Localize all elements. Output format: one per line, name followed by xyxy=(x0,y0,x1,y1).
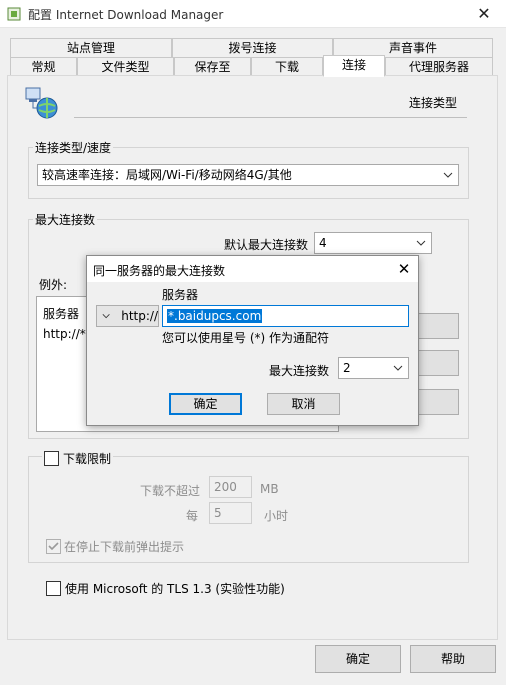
max-connections-dialog: 同一服务器的最大连接数 ✕ 服务器 http:// *.baidupcs.com… xyxy=(86,255,419,426)
every-hours-input[interactable]: 5 xyxy=(209,502,252,524)
tab-site-manager[interactable]: 站点管理 xyxy=(10,38,172,58)
tls-checkbox-row[interactable]: 使用 Microsoft 的 TLS 1.3 (实验性功能) xyxy=(46,580,285,597)
chevron-down-icon xyxy=(416,240,426,246)
prompt-checkbox-row[interactable]: 在停止下载前弹出提示 xyxy=(46,538,184,555)
protocol-value: http:// xyxy=(121,309,158,323)
header-divider xyxy=(74,117,467,118)
tab-downloads[interactable]: 下载 xyxy=(251,57,323,77)
list-item[interactable]: http://* xyxy=(43,327,86,341)
dialog-ok-button[interactable]: 确定 xyxy=(169,393,242,415)
dialog-title: 同一服务器的最大连接数 xyxy=(93,264,226,278)
max-connections-group-label: 最大连接数 xyxy=(33,211,98,228)
default-max-label: 默认最大连接数 xyxy=(224,238,309,252)
chevron-down-icon xyxy=(102,314,110,319)
default-max-value: 4 xyxy=(319,236,327,250)
every-unit-hours: 小时 xyxy=(264,509,289,523)
tab-general[interactable]: 常规 xyxy=(10,57,77,77)
dialog-title-bar: 同一服务器的最大连接数 ✕ xyxy=(87,256,418,282)
tab-proxy-server[interactable]: 代理服务器 xyxy=(385,57,493,77)
limit-unit-mb: MB xyxy=(260,482,279,496)
server-input-value: *.baidupcs.com xyxy=(167,309,263,323)
server-input[interactable]: *.baidupcs.com xyxy=(162,305,409,327)
connection-type-group-label: 连接类型/速度 xyxy=(33,139,114,156)
dialog-max-value: 2 xyxy=(343,361,351,375)
window-title: 配置 Internet Download Manager xyxy=(28,8,224,22)
section-title: 连接类型 xyxy=(409,96,458,110)
download-limit-checkbox-row[interactable]: 下载限制 xyxy=(42,450,114,467)
tls-checkbox[interactable] xyxy=(46,581,61,596)
idm-app-icon xyxy=(7,7,21,21)
chevron-down-icon xyxy=(393,365,403,371)
tab-dialup[interactable]: 拨号连接 xyxy=(172,38,333,58)
dialog-cancel-button[interactable]: 取消 xyxy=(267,393,340,415)
chevron-down-icon xyxy=(443,172,453,178)
every-label: 每 xyxy=(186,509,199,523)
tab-file-types[interactable]: 文件类型 xyxy=(77,57,174,77)
prompt-checkbox[interactable] xyxy=(46,539,61,554)
list-header-server: 服务器 xyxy=(43,307,80,321)
help-button[interactable]: 帮助 xyxy=(410,645,496,673)
window-close-button[interactable]: ✕ xyxy=(472,4,496,24)
wildcard-hint: 您可以使用星号 (*) 作为通配符 xyxy=(162,331,329,345)
default-max-select[interactable]: 4 xyxy=(314,232,432,254)
dialog-max-label: 最大连接数 xyxy=(269,364,330,378)
title-bar: 配置 Internet Download Manager ✕ xyxy=(0,0,506,28)
limit-label: 下载不超过 xyxy=(140,484,201,498)
exceptions-label: 例外: xyxy=(39,278,68,292)
limit-mb-input[interactable]: 200 xyxy=(209,476,252,498)
tls-label: 使用 Microsoft 的 TLS 1.3 (实验性功能) xyxy=(65,582,285,596)
connection-type-value: 较高速率连接：局域网/Wi-Fi/移动网络4G/其他 xyxy=(42,168,292,182)
dialog-max-select[interactable]: 2 xyxy=(338,357,409,379)
network-globe-icon xyxy=(25,87,58,119)
ok-button[interactable]: 确定 xyxy=(315,645,401,673)
download-limit-label: 下载限制 xyxy=(63,452,112,466)
prompt-label: 在停止下载前弹出提示 xyxy=(64,540,185,554)
dialog-close-button[interactable]: ✕ xyxy=(394,259,414,279)
connection-type-select[interactable]: 较高速率连接：局域网/Wi-Fi/移动网络4G/其他 xyxy=(37,164,459,186)
tab-save-to[interactable]: 保存至 xyxy=(174,57,251,77)
protocol-select[interactable]: http:// xyxy=(96,305,159,327)
download-limit-checkbox[interactable] xyxy=(44,451,59,466)
dialog-server-label: 服务器 xyxy=(162,288,199,302)
tab-connection[interactable]: 连接 xyxy=(323,55,385,77)
